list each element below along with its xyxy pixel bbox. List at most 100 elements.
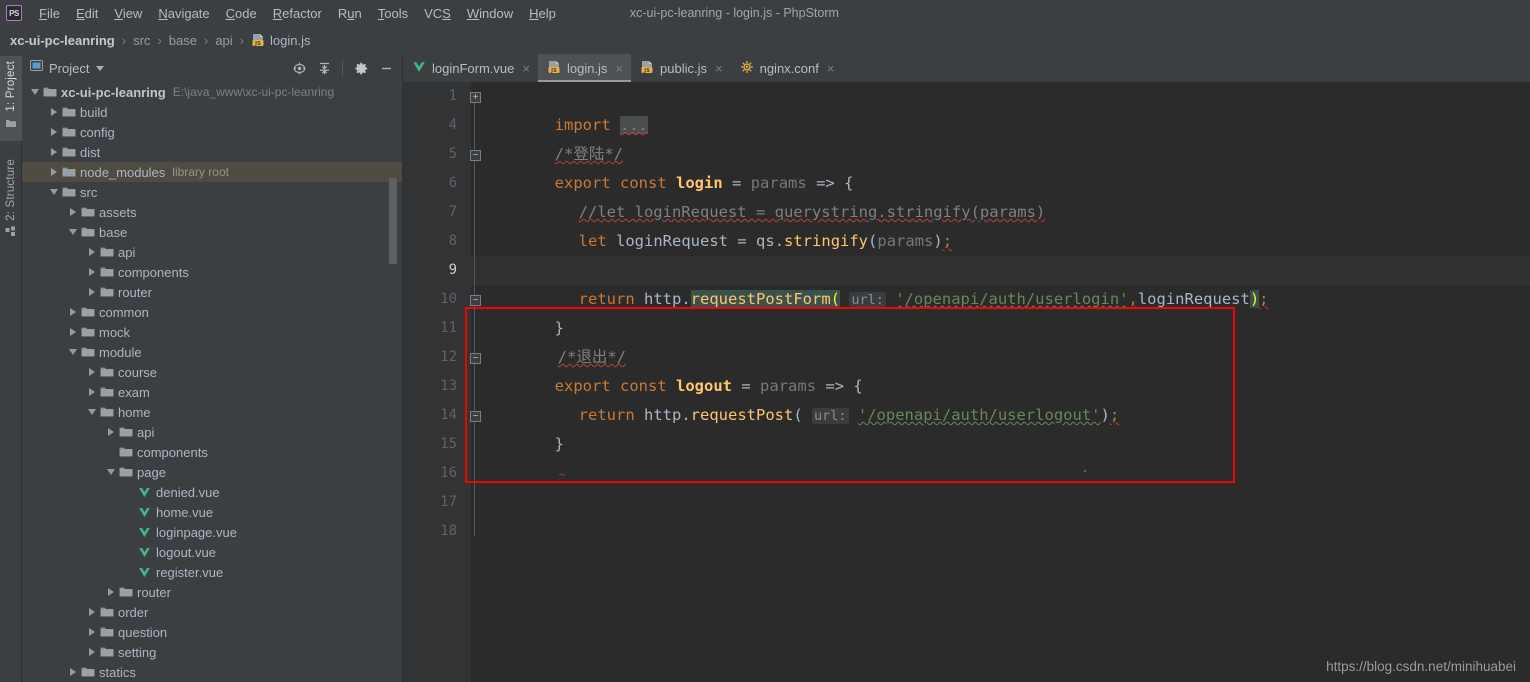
tool-tab-structure[interactable]: 2: Structure [0, 154, 22, 250]
tree-item-statics[interactable]: statics [22, 662, 403, 682]
fold-collapse-icon[interactable]: − [469, 149, 482, 162]
chevron-right-icon[interactable] [47, 162, 60, 182]
tree-item-src[interactable]: src [22, 182, 403, 202]
project-scrollbar-thumb[interactable] [389, 178, 397, 264]
tree-item-register-vue[interactable]: register.vue [22, 562, 403, 582]
tree-item-mock[interactable]: mock [22, 322, 403, 342]
menu-item-file[interactable]: File [31, 4, 68, 23]
tree-item-dist[interactable]: dist [22, 142, 403, 162]
tree-item-question[interactable]: question [22, 622, 403, 642]
menu-item-vcs[interactable]: VCS [416, 4, 459, 23]
folder-icon [79, 302, 96, 322]
chevron-right-icon[interactable] [85, 282, 98, 302]
breadcrumb-item-project[interactable]: xc-ui-pc-leanring [10, 33, 115, 48]
editor-tab-login-js[interactable]: JS login.js × [537, 54, 632, 82]
chevron-down-icon[interactable] [47, 182, 60, 202]
editor-tab-nginx-conf[interactable]: nginx.conf × [731, 54, 843, 82]
chevron-right-icon[interactable] [66, 322, 79, 342]
menu-item-code[interactable]: Code [218, 4, 265, 23]
tree-item-setting[interactable]: setting [22, 642, 403, 662]
chevron-down-icon[interactable] [66, 342, 79, 362]
fold-collapse-icon[interactable]: − [469, 410, 482, 423]
close-icon[interactable]: × [615, 61, 623, 76]
tree-item-logout-vue[interactable]: logout.vue [22, 542, 403, 562]
tree-item-api[interactable]: api [22, 242, 403, 262]
fold-collapse-icon[interactable]: − [469, 294, 482, 307]
settings-gear-icon[interactable] [350, 57, 372, 79]
code-editor[interactable]: 1 4 5 6 7 8 9 10 11 12 13 14 15 16 17 18 import ... /*登… [403, 82, 1530, 682]
chevron-down-icon[interactable] [85, 402, 98, 422]
tool-tab-project[interactable]: 1: Project [0, 56, 22, 141]
close-icon[interactable]: × [715, 61, 723, 76]
tree-item-label: xc-ui-pc-leanring [61, 84, 166, 100]
tree-item-course[interactable]: course [22, 362, 403, 382]
tree-item-build[interactable]: build [22, 102, 403, 122]
chevron-down-icon[interactable] [66, 222, 79, 242]
chevron-right-icon[interactable] [66, 202, 79, 222]
editor-gutter[interactable]: 1 4 5 6 7 8 9 10 11 12 13 14 15 16 17 18 [403, 82, 471, 682]
tree-item-module[interactable]: module [22, 342, 403, 362]
menu-item-help[interactable]: Help [521, 4, 564, 23]
chevron-right-icon[interactable] [85, 642, 98, 662]
tree-item-router[interactable]: router [22, 582, 403, 602]
locate-target-icon[interactable] [288, 57, 310, 79]
editor-tab-loginform-vue[interactable]: loginForm.vue × [403, 54, 538, 82]
tree-item-page[interactable]: page [22, 462, 403, 482]
chevron-right-icon[interactable] [47, 102, 60, 122]
chevron-down-icon[interactable] [28, 82, 41, 102]
chevron-right-icon[interactable] [47, 122, 60, 142]
chevron-right-icon[interactable] [104, 582, 117, 602]
watermark: https://blog.csdn.net/minihuabei [1326, 659, 1516, 674]
tree-item-denied-vue[interactable]: denied.vue [22, 482, 403, 502]
breadcrumb-item-file[interactable]: login.js [270, 33, 310, 48]
hide-panel-icon[interactable] [375, 57, 397, 79]
tree-item-router[interactable]: router [22, 282, 403, 302]
chevron-right-icon[interactable] [66, 662, 79, 682]
chevron-right-icon[interactable] [104, 422, 117, 442]
chevron-down-icon[interactable] [104, 462, 117, 482]
breadcrumb-item-src[interactable]: src [133, 33, 150, 48]
chevron-right-icon[interactable] [47, 142, 60, 162]
tree-item-order[interactable]: order [22, 602, 403, 622]
chevron-right-icon[interactable] [85, 602, 98, 622]
fold-expand-icon[interactable]: + [469, 91, 482, 104]
tree-item-xc-ui-pc-leanring[interactable]: xc-ui-pc-leanring E:\java_www\xc-ui-pc-le… [22, 82, 403, 102]
menu-item-run[interactable]: Run [330, 4, 370, 23]
menu-item-tools[interactable]: Tools [370, 4, 416, 23]
menu-item-navigate[interactable]: Navigate [150, 4, 217, 23]
tree-item-loginpage-vue[interactable]: loginpage.vue [22, 522, 403, 542]
tree-item-home-vue[interactable]: home.vue [22, 502, 403, 522]
fold-collapse-icon[interactable]: − [469, 352, 482, 365]
collapse-all-icon[interactable] [313, 57, 335, 79]
chevron-right-icon[interactable] [66, 302, 79, 322]
chevron-right-icon[interactable] [85, 382, 98, 402]
tree-item-label: register.vue [156, 564, 224, 580]
menu-item-window[interactable]: Window [459, 4, 521, 23]
tree-item-home[interactable]: home [22, 402, 403, 422]
project-tree[interactable]: xc-ui-pc-leanring E:\java_www\xc-ui-pc-le… [22, 82, 403, 682]
chevron-right-icon[interactable] [85, 362, 98, 382]
menu-item-edit[interactable]: Edit [68, 4, 106, 23]
code-content[interactable]: import ... /*登陆*/ export const login = p… [471, 82, 1530, 682]
breadcrumb-item-api[interactable]: api [215, 33, 232, 48]
tree-item-base[interactable]: base [22, 222, 403, 242]
chevron-down-icon[interactable] [96, 65, 105, 71]
close-icon[interactable]: × [827, 61, 835, 76]
tree-item-api[interactable]: api [22, 422, 403, 442]
tree-item-exam[interactable]: exam [22, 382, 403, 402]
menu-item-refactor[interactable]: Refactor [265, 4, 330, 23]
editor-tab-public-js[interactable]: JS public.js × [631, 54, 731, 82]
chevron-right-icon[interactable] [85, 622, 98, 642]
tree-item-common[interactable]: common [22, 302, 403, 322]
chevron-right-icon[interactable] [85, 242, 98, 262]
token-folded-ellipsis[interactable]: ... [620, 116, 648, 134]
tree-item-components[interactable]: components [22, 262, 403, 282]
tree-item-assets[interactable]: assets [22, 202, 403, 222]
tree-item-config[interactable]: config [22, 122, 403, 142]
chevron-right-icon[interactable] [85, 262, 98, 282]
tree-item-node-modules[interactable]: node_modules library root [22, 162, 403, 182]
tree-item-components[interactable]: components [22, 442, 403, 462]
close-icon[interactable]: × [522, 61, 530, 76]
menu-item-view[interactable]: View [106, 4, 150, 23]
breadcrumb-item-base[interactable]: base [169, 33, 197, 48]
